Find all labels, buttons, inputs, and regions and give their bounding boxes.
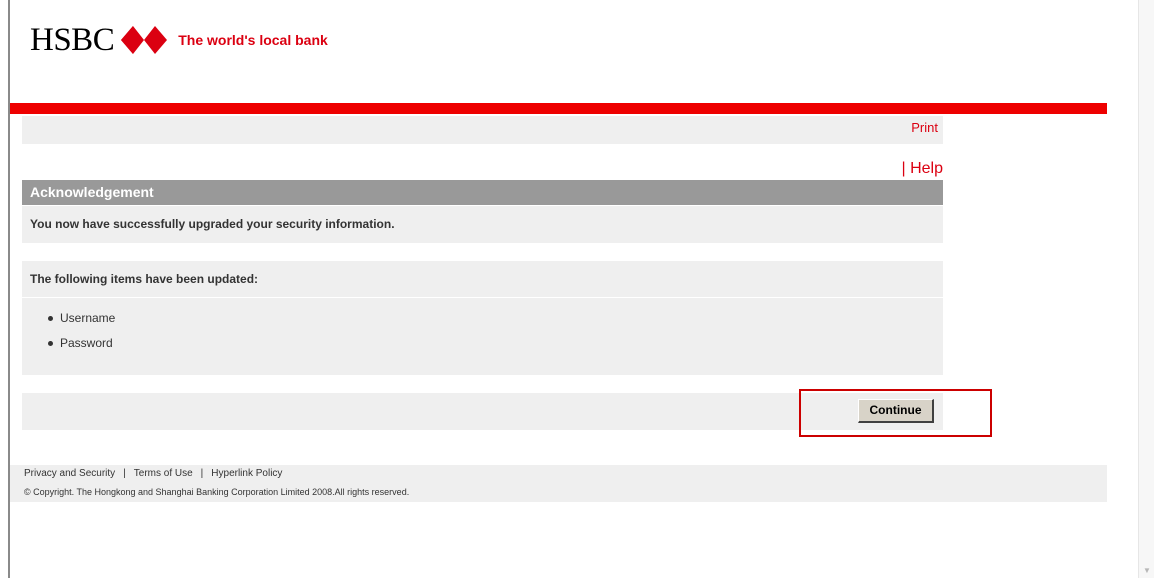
list-item: Username	[22, 306, 943, 331]
vertical-scrollbar[interactable]: ▼	[1138, 0, 1154, 578]
footer-link-privacy[interactable]: Privacy and Security	[24, 468, 115, 479]
continue-button[interactable]: Continue	[858, 399, 934, 423]
list-item-label: Password	[60, 336, 113, 350]
list-item-label: Username	[60, 311, 116, 325]
hsbc-hexagon-icon	[121, 26, 168, 54]
updated-items-list: Username Password	[22, 306, 943, 356]
updated-items-title: The following items have been updated:	[22, 261, 943, 298]
list-item: Password	[22, 331, 943, 356]
help-link[interactable]: Help	[910, 160, 943, 177]
footer-link-hyperlink-policy[interactable]: Hyperlink Policy	[211, 468, 282, 479]
acknowledgement-title: Acknowledgement	[22, 180, 943, 205]
bullet-icon	[48, 316, 53, 321]
tagline: The world's local bank	[178, 32, 328, 48]
page: ▼ HSBC The world's local bank Print | He…	[0, 0, 1154, 578]
acknowledgement-message: You now have successfully upgraded your …	[22, 206, 943, 243]
footer-link-terms[interactable]: Terms of Use	[134, 468, 193, 479]
footer: Privacy and Security | Terms of Use | Hyperl…	[10, 465, 1107, 502]
help-row: | Help	[22, 160, 943, 180]
brand-red-bar	[10, 103, 1107, 114]
print-link[interactable]: Print	[911, 120, 938, 135]
print-toolbar: Print	[22, 116, 943, 144]
logo-text: HSBC	[30, 22, 115, 58]
scroll-down-arrow-icon[interactable]: ▼	[1142, 566, 1152, 576]
bullet-icon	[48, 341, 53, 346]
updated-items-panel: The following items have been updated: U…	[22, 261, 943, 375]
footer-separator: |	[123, 468, 126, 479]
copyright-text: © Copyright. The Hongkong and Shanghai B…	[24, 487, 410, 497]
footer-separator: |	[200, 468, 204, 479]
action-bar: Continue	[22, 393, 943, 430]
brand-header: HSBC The world's local bank	[30, 20, 328, 60]
help-separator: |	[901, 160, 906, 177]
footer-links: Privacy and Security | Terms of Use | Hyperl…	[24, 468, 282, 479]
